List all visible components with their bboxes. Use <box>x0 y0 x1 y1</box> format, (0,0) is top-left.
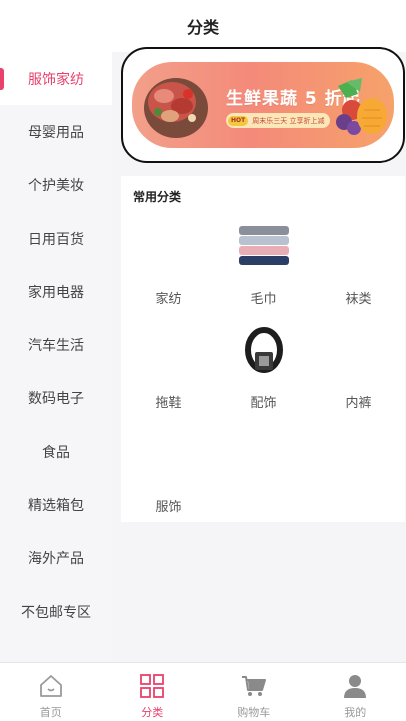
promo-banner-frame: 生鲜果蔬 5 折起 HOT 周末乐三天 立享折上减 <box>121 47 405 163</box>
sidebar-item-label: 母婴用品 <box>28 124 84 141</box>
page-title: 分类 <box>186 18 219 37</box>
category-item-underwear[interactable]: 内裤 <box>311 280 406 411</box>
tab-label: 分类 <box>141 706 164 719</box>
tab-home[interactable]: 首页 <box>0 663 102 721</box>
sidebar-item-label: 家用电器 <box>28 284 84 301</box>
category-thumb-empty <box>140 222 198 272</box>
category-item-home-textiles[interactable]: 家纺 <box>121 176 216 307</box>
category-thumb-empty <box>140 326 198 376</box>
category-thumb-empty <box>330 222 388 272</box>
meat-platter-image <box>144 78 208 138</box>
banner-subtext-pill: HOT 周末乐三天 立享折上减 <box>226 113 331 128</box>
category-item-towels[interactable]: 毛巾 <box>216 176 311 307</box>
belt-image <box>244 327 283 373</box>
top-header: 分类 <box>0 0 406 52</box>
bottom-tabbar: 首页 分类 购物车 我的 <box>0 662 406 721</box>
category-label: 内裤 <box>345 396 372 411</box>
sidebar-item-no-free-shipping[interactable]: 不包邮专区 <box>0 585 112 638</box>
sidebar-item-bags[interactable]: 精选箱包 <box>0 478 112 531</box>
sidebar-item-beauty[interactable]: 个护美妆 <box>0 159 112 212</box>
tab-label: 购物车 <box>237 706 271 719</box>
sidebar-item-food[interactable]: 食品 <box>0 425 112 478</box>
hot-badge: HOT <box>228 115 249 126</box>
category-sidebar: 服饰家纺 母婴用品 个护美妆 日用百货 家用电器 汽车生活 数码电子 食品 精选… <box>0 52 112 662</box>
sidebar-item-label: 个护美妆 <box>28 178 84 195</box>
sidebar-item-baby[interactable]: 母婴用品 <box>0 105 112 158</box>
sidebar-item-label: 数码电子 <box>28 391 84 408</box>
category-grid-icon <box>138 672 166 700</box>
category-item-apparel[interactable]: 服饰 <box>121 384 216 515</box>
home-icon <box>37 672 65 700</box>
category-item-slippers[interactable]: 拖鞋 <box>121 280 216 411</box>
sidebar-item-label: 服饰家纺 <box>28 71 84 88</box>
promo-banner[interactable]: 生鲜果蔬 5 折起 HOT 周末乐三天 立享折上减 <box>132 62 394 148</box>
tab-cart[interactable]: 购物车 <box>203 663 305 721</box>
category-item-socks[interactable]: 袜类 <box>311 176 406 307</box>
common-categories-panel: 常用分类 家纺 毛巾 袜类 拖鞋 配饰 内裤 服饰 <box>121 176 405 522</box>
sidebar-item-label: 不包邮专区 <box>21 604 91 621</box>
sidebar-item-daily[interactable]: 日用百货 <box>0 212 112 265</box>
category-thumb-empty <box>330 326 388 376</box>
towel-stack-image <box>238 226 289 265</box>
sidebar-item-apparel-home[interactable]: 服饰家纺 <box>0 52 112 106</box>
sidebar-item-label: 食品 <box>42 444 70 461</box>
category-item-accessories[interactable]: 配饰 <box>216 280 311 411</box>
category-label: 配饰 <box>250 396 277 411</box>
tab-profile[interactable]: 我的 <box>305 663 406 721</box>
category-thumb-empty <box>140 430 198 480</box>
tab-label: 我的 <box>344 706 367 719</box>
category-label: 服饰 <box>155 500 182 515</box>
sidebar-item-digital[interactable]: 数码电子 <box>0 372 112 425</box>
banner-subtext: 周末乐三天 立享折上减 <box>252 116 325 125</box>
user-icon <box>341 672 369 700</box>
sidebar-item-auto[interactable]: 汽车生活 <box>0 318 112 371</box>
tab-label: 首页 <box>39 706 62 719</box>
cart-icon <box>240 672 268 700</box>
sidebar-item-overseas[interactable]: 海外产品 <box>0 532 112 585</box>
fruit-basket-image <box>336 78 387 135</box>
sidebar-item-appliances[interactable]: 家用电器 <box>0 265 112 318</box>
sidebar-item-label: 日用百货 <box>28 231 84 248</box>
sidebar-item-label: 海外产品 <box>28 551 84 568</box>
tab-category[interactable]: 分类 <box>102 663 204 721</box>
sidebar-item-label: 精选箱包 <box>28 498 84 515</box>
sidebar-item-label: 汽车生活 <box>28 338 84 355</box>
